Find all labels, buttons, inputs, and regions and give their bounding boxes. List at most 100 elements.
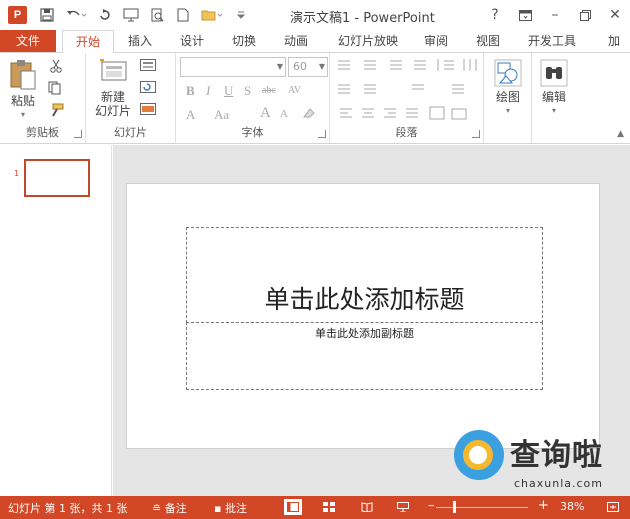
tab-animations[interactable]: 动画 [274, 30, 318, 52]
minimize-button[interactable]: – [540, 0, 570, 30]
new-file-button[interactable] [172, 5, 194, 25]
font-name-dropdown-arrow[interactable]: ▼ [277, 58, 283, 76]
slide-thumbnail[interactable] [24, 159, 90, 197]
close-button[interactable]: ✕ [600, 0, 630, 30]
zoom-out-button[interactable]: – [428, 498, 435, 513]
drawing-dropdown-arrow[interactable]: ▾ [488, 104, 528, 118]
font-size-combobox[interactable]: 60 ▼ [288, 57, 328, 77]
normal-view-icon [287, 502, 299, 512]
comments-button[interactable]: ▪ 批注 [214, 500, 247, 516]
status-bar: 幻灯片 第 1 张，共 1 张 ≘ 备注 ▪ 批注 – + 38% [0, 496, 630, 519]
paragraph-controls-icons [338, 59, 477, 120]
underline-button[interactable]: U [224, 83, 233, 99]
ribbon-tabs: 文件 开始 插入 设计 切换 动画 幻灯片放映 审阅 视图 开发工具 加 [0, 30, 630, 53]
drawing-group: 绘图 ▾ [484, 53, 532, 143]
fit-to-window-button[interactable] [604, 499, 622, 515]
reading-view-icon [361, 502, 373, 512]
format-painter-button[interactable] [48, 103, 64, 117]
ribbon-display-options-button[interactable] [510, 0, 540, 30]
comment-icon: ▪ [214, 502, 222, 515]
save-button[interactable] [36, 5, 58, 25]
tab-addins[interactable]: 加 [598, 30, 630, 52]
open-file-button[interactable] [198, 5, 226, 25]
layout-button[interactable] [140, 59, 156, 73]
change-case-button[interactable]: Aa [214, 107, 229, 123]
undo-button[interactable] [62, 5, 90, 25]
paste-icon [10, 60, 36, 90]
tab-view[interactable]: 视图 [466, 30, 510, 52]
slideshow-icon [123, 8, 139, 22]
drawing-button[interactable]: 绘图 ▾ [488, 59, 528, 118]
customize-qat-button[interactable] [230, 5, 252, 25]
zoom-slider-track[interactable] [436, 507, 528, 508]
tab-slideshow[interactable]: 幻灯片放映 [330, 30, 406, 52]
zoom-level[interactable]: 38% [560, 500, 584, 513]
cut-button[interactable] [48, 59, 64, 73]
font-color-button[interactable]: A [186, 107, 195, 123]
strikethrough-button[interactable]: abc [262, 85, 276, 96]
collapse-ribbon-button[interactable]: ▲ [617, 129, 624, 139]
notes-button[interactable]: ≘ 备注 [152, 500, 187, 516]
subtitle-placeholder[interactable]: 单击此处添加副标题 [186, 322, 543, 390]
reading-view-button[interactable] [358, 499, 376, 515]
font-size-dropdown-arrow[interactable]: ▼ [319, 58, 325, 76]
slide-thumbnail-pane: 1 [0, 145, 112, 496]
reset-icon [140, 81, 156, 93]
tab-review[interactable]: 审阅 [414, 30, 458, 52]
clipboard-group-label: 剪贴板 [26, 126, 59, 139]
reset-button[interactable] [140, 81, 156, 95]
format-painter-icon [52, 103, 64, 117]
bold-button[interactable]: B [186, 83, 195, 99]
clipboard-group: 粘贴 ▾ 剪贴板 [0, 53, 86, 143]
paste-dropdown-arrow[interactable]: ▾ [6, 108, 40, 122]
from-beginning-button[interactable] [120, 5, 142, 25]
zoom-slider-thumb[interactable] [453, 501, 456, 513]
ribbon-options-icon [518, 9, 532, 21]
restore-icon [579, 9, 591, 21]
paste-button[interactable]: 粘贴 ▾ [6, 59, 40, 122]
clear-formatting-button[interactable] [302, 107, 316, 123]
notes-label: 备注 [164, 502, 187, 515]
editing-button[interactable]: 编辑 ▾ [534, 59, 574, 118]
tab-transitions[interactable]: 切换 [222, 30, 266, 52]
grow-font-button[interactable]: A [260, 105, 271, 122]
paragraph-launcher-button[interactable] [472, 130, 480, 138]
font-launcher-button[interactable] [318, 130, 326, 138]
zoom-in-button[interactable]: + [538, 498, 549, 513]
shrink-font-button[interactable]: A [280, 108, 288, 120]
font-group: ▼ 60 ▼ B I U S abc AV A Aa A A 字体 [176, 53, 330, 143]
save-icon [40, 8, 54, 22]
paragraph-group-label: 段落 [395, 126, 418, 139]
normal-view-button[interactable] [284, 499, 302, 515]
section-button[interactable] [140, 103, 156, 117]
watermark-url: chaxunla.com [514, 477, 603, 490]
binoculars-icon [540, 59, 568, 87]
editing-dropdown-arrow[interactable]: ▾ [534, 104, 574, 118]
slideshow-view-button[interactable] [394, 499, 412, 515]
tab-file[interactable]: 文件 [0, 30, 56, 52]
title-placeholder[interactable]: 单击此处添加标题 [186, 227, 543, 323]
tab-developer[interactable]: 开发工具 [520, 30, 584, 52]
slide-canvas[interactable]: 单击此处添加标题 单击此处添加副标题 [126, 183, 600, 449]
new-slide-button[interactable]: 新建 幻灯片 [90, 58, 136, 118]
tab-insert[interactable]: 插入 [118, 30, 162, 52]
copy-button[interactable] [48, 81, 64, 95]
text-shadow-button[interactable]: S [244, 83, 251, 99]
character-spacing-button[interactable]: AV [288, 85, 301, 96]
powerpoint-app-icon[interactable]: P [8, 6, 27, 24]
print-preview-icon [151, 8, 164, 22]
maximize-button[interactable] [570, 0, 600, 30]
paragraph-group: 段落 [330, 53, 484, 143]
tab-design[interactable]: 设计 [170, 30, 214, 52]
italic-button[interactable]: I [206, 83, 210, 99]
slide-sorter-view-button[interactable] [320, 499, 338, 515]
tab-home[interactable]: 开始 [62, 30, 114, 53]
undo-icon [67, 10, 87, 17]
slideshow-view-icon [397, 502, 409, 512]
print-preview-button[interactable] [146, 5, 168, 25]
redo-button[interactable] [94, 5, 116, 25]
paste-label: 粘贴 [10, 94, 35, 108]
clipboard-launcher-button[interactable] [74, 130, 82, 138]
font-name-combobox[interactable]: ▼ [180, 57, 286, 77]
help-button[interactable]: ? [480, 0, 510, 30]
